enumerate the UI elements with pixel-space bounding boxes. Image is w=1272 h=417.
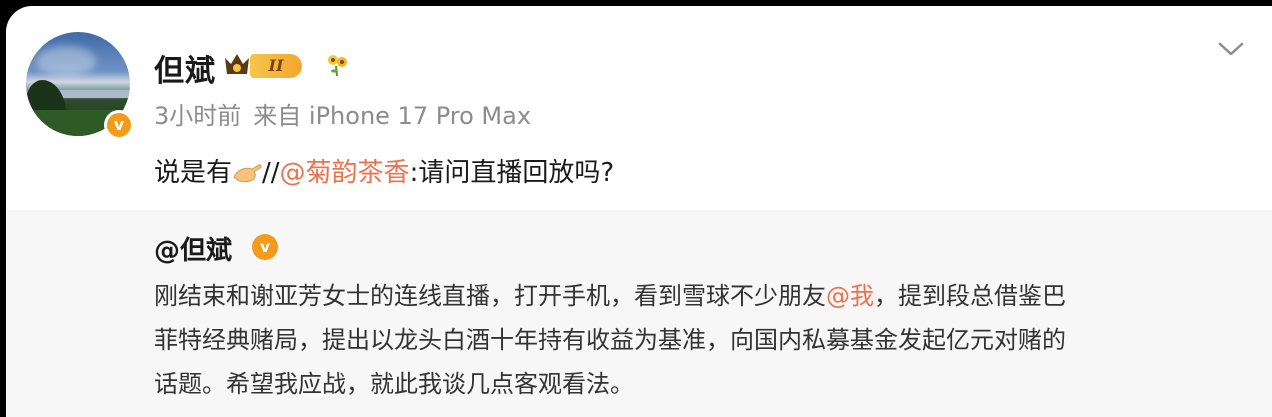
- username[interactable]: 但斌: [154, 46, 216, 90]
- post-text-before: 说是有: [154, 158, 233, 188]
- post-meta: 3小时前 来自 iPhone 17 Pro Max: [154, 96, 531, 131]
- avatar-sky-glow: [36, 46, 96, 76]
- avatar-lake: [56, 90, 130, 98]
- rank-badge[interactable]: II: [250, 54, 302, 78]
- sunflower-icon[interactable]: [324, 52, 350, 78]
- post-separator: //: [262, 158, 280, 188]
- repost-line: 刚结束和谢亚芳女士的连线直播，打开手机，看到雪球不少朋友@我，提到段总借鉴巴: [154, 274, 1234, 318]
- verified-v-icon: v: [104, 110, 134, 140]
- post-source: 来自 iPhone 17 Pro Max: [253, 102, 532, 130]
- post-text: 说是有 //@菊韵茶香:请问直播回放吗?: [154, 152, 614, 189]
- post-card: v 但斌 II 3小时前 来自 iPhone 17 Pro Max 说是有 //@…: [6, 6, 1272, 417]
- repost-body: 刚结束和谢亚芳女士的连线直播，打开手机，看到雪球不少朋友@我，提到段总借鉴巴 菲…: [154, 274, 1234, 406]
- mention-link[interactable]: @我: [826, 282, 874, 310]
- timestamp: 3小时前: [154, 102, 242, 130]
- repost-line: 菲特经典赌局，提出以龙头白酒十年持有收益为基准，向国内私募基金发起亿元对赌的: [154, 326, 1066, 354]
- verified-v-icon: v: [252, 234, 278, 260]
- repost-author[interactable]: @但斌: [154, 230, 232, 267]
- post-text-after: :请问直播回放吗?: [409, 158, 615, 188]
- repost-line: 话题。希望我应战，就此我谈几点客观看法。: [154, 370, 634, 398]
- pinching-hand-icon: [233, 164, 262, 183]
- mention-link[interactable]: @菊韵茶香: [280, 158, 410, 188]
- repost-text: 刚结束和谢亚芳女士的连线直播，打开手机，看到雪球不少朋友: [154, 282, 826, 310]
- repost-text: ，提到段总借鉴巴: [874, 282, 1066, 310]
- chevron-down-icon[interactable]: [1216, 38, 1246, 60]
- crown-icon: [225, 54, 249, 74]
